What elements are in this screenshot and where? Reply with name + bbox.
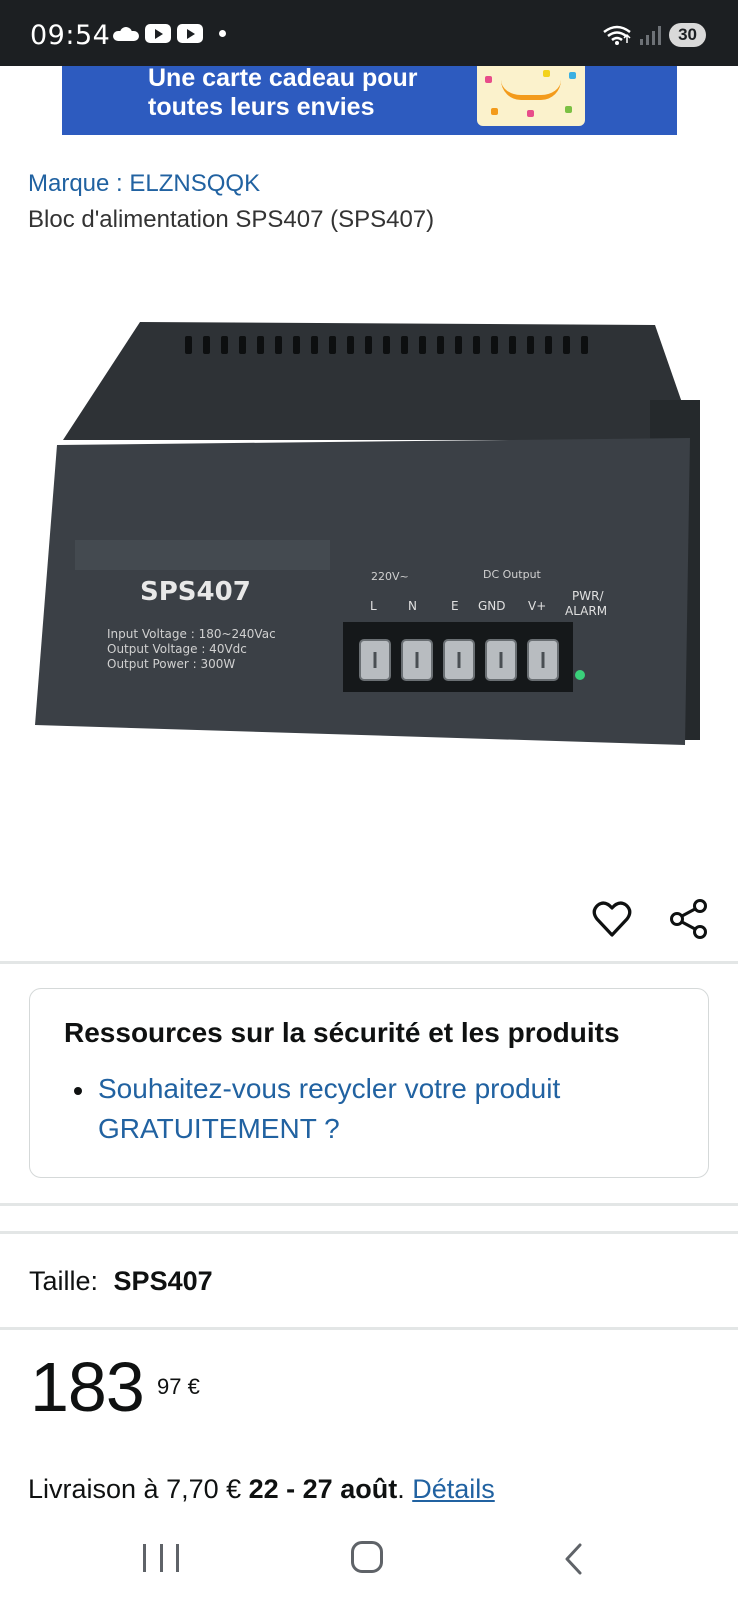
youtube-icon xyxy=(145,24,171,43)
youtube-icon xyxy=(177,24,203,43)
terminal-l: L xyxy=(370,599,377,613)
cloud-icon xyxy=(113,26,139,41)
ac-label: 220V~ xyxy=(371,570,409,583)
status-bar: 09:54 30 xyxy=(0,0,738,66)
size-value: SPS407 xyxy=(113,1266,213,1296)
delivery-prefix: Livraison à 7,70 € xyxy=(28,1474,249,1504)
gift-card-banner[interactable]: Une carte cadeau pour toutes leurs envie… xyxy=(62,66,677,135)
delivery-dates: 22 - 27 août xyxy=(248,1474,398,1504)
bullet-icon xyxy=(74,1087,82,1095)
status-system-icons: 30 xyxy=(602,23,706,47)
model-label: SPS407 xyxy=(140,577,251,607)
spec-input: Input Voltage : 180~240Vac xyxy=(107,627,276,641)
battery-icon: 30 xyxy=(669,23,706,47)
heart-icon[interactable] xyxy=(592,900,632,938)
share-icon[interactable] xyxy=(668,898,710,940)
product-image[interactable]: SPS407 Input Voltage : 180~240Vac Output… xyxy=(35,320,707,760)
home-icon[interactable] xyxy=(351,1541,383,1573)
price-whole: 183 xyxy=(30,1348,145,1426)
product-title: Bloc d'alimentation SPS407 (SPS407) xyxy=(28,206,435,233)
divider xyxy=(0,1203,738,1206)
terminal-gnd: GND xyxy=(478,599,506,613)
terminal-vplus: V+ xyxy=(528,599,546,613)
spec-output-power: Output Power : 300W xyxy=(107,657,235,671)
terminal-n: N xyxy=(408,599,417,613)
safety-title: Ressources sur la sécurité et les produi… xyxy=(64,1017,620,1048)
recent-apps-icon[interactable] xyxy=(143,1544,179,1574)
size-selector[interactable]: Taille: SPS407 xyxy=(29,1266,213,1297)
wifi-icon xyxy=(603,25,631,45)
terminal-e: E xyxy=(451,599,459,613)
signal-icon xyxy=(640,25,662,45)
status-notification-icons xyxy=(113,24,226,43)
gift-card-image xyxy=(477,66,585,126)
led-label-1: PWR/ xyxy=(572,589,604,603)
amazon-smile-icon xyxy=(501,80,561,100)
banner-line-1: Une carte cadeau pour xyxy=(148,66,418,92)
recycle-product-link[interactable]: Souhaitez-vous recycler votre produit GR… xyxy=(98,1069,658,1149)
notification-dot xyxy=(219,30,226,37)
back-icon[interactable] xyxy=(560,1542,590,1576)
banner-text: Une carte cadeau pour toutes leurs envie… xyxy=(148,66,418,122)
divider xyxy=(0,1327,738,1330)
price-fraction: 97 € xyxy=(157,1374,200,1399)
led-label-2: ALARM xyxy=(565,604,607,618)
system-nav-bar xyxy=(0,1530,738,1600)
delivery-info: Livraison à 7,70 € 22 - 27 août. Détails xyxy=(28,1474,495,1505)
size-label: Taille: xyxy=(29,1266,99,1296)
divider xyxy=(0,1231,738,1234)
safety-resources-card: Ressources sur la sécurité et les produi… xyxy=(29,988,709,1178)
divider xyxy=(0,961,738,964)
banner-line-2: toutes leurs envies xyxy=(148,93,375,121)
delivery-dot: . xyxy=(397,1474,413,1504)
delivery-details-link[interactable]: Détails xyxy=(412,1474,495,1504)
brand-link[interactable]: Marque : ELZNSQQK xyxy=(28,170,260,198)
status-time: 09:54 xyxy=(30,20,111,51)
spec-output-voltage: Output Voltage : 40Vdc xyxy=(107,642,247,656)
dc-label: DC Output xyxy=(483,568,542,581)
